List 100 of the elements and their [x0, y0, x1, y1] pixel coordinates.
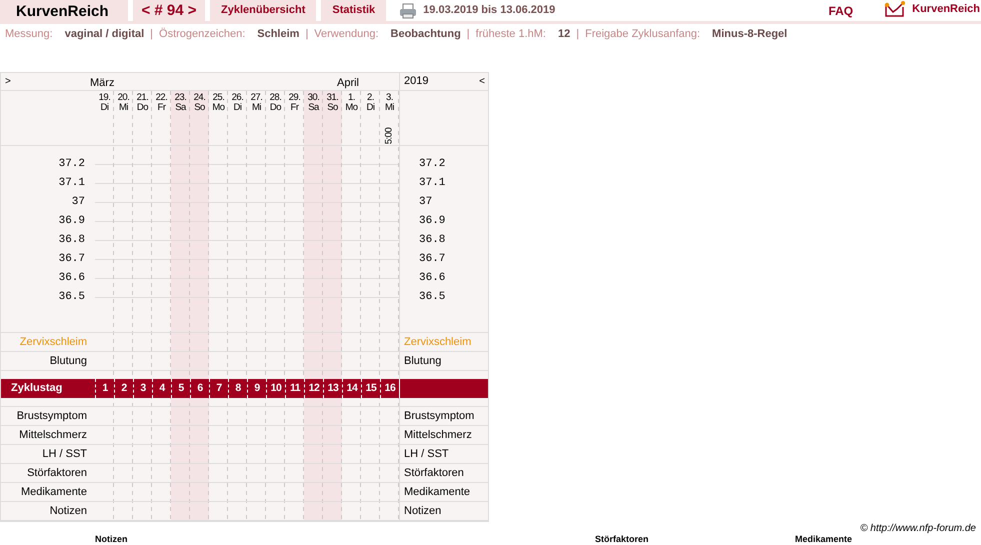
- day-date: 31.: [326, 93, 338, 103]
- day-date: 25.: [212, 93, 224, 103]
- info-value: Minus-8-Regel: [712, 27, 788, 42]
- temperature-label: 37.2: [399, 155, 490, 174]
- separator: |: [305, 27, 308, 42]
- cycle-day-number: 6: [190, 379, 209, 398]
- info-label: Verwendung:: [314, 27, 379, 42]
- temperature-label: 37.1: [399, 174, 490, 193]
- copyright-text: © http://www.nfp-forum.de: [860, 523, 976, 534]
- info-label: Östrogenzeichen:: [159, 26, 246, 42]
- day-date: 30.: [308, 93, 320, 103]
- cycle-day-number: 1: [95, 379, 114, 398]
- cycle-day-number: 7: [209, 379, 228, 398]
- row-label: LH / SST: [41, 447, 88, 462]
- temperature-label: 36.6: [58, 271, 86, 286]
- info-value: 12: [558, 27, 570, 42]
- day-weekday: Di: [234, 103, 242, 113]
- date-range: 19.03.2019 bis 13.06.2019: [423, 3, 556, 18]
- day-weekday: So: [327, 103, 338, 113]
- cycle-day-number: 4: [152, 379, 171, 398]
- row-label: Medikamente: [399, 483, 490, 501]
- cycle-day-number: 14: [342, 379, 361, 398]
- day-weekday: Sa: [175, 103, 186, 113]
- day-weekday: Mo: [212, 103, 225, 113]
- time-label: 5:00: [384, 126, 394, 146]
- day-weekday: Mi: [252, 103, 262, 113]
- temperature-label: 36.6: [399, 269, 490, 288]
- info-value: Schleim: [257, 27, 300, 42]
- cycle-day-number: 11: [285, 379, 304, 398]
- row-label: Blutung: [48, 354, 88, 369]
- temperature-label: 36.8: [399, 231, 490, 250]
- chart-logo-icon: [884, 1, 906, 17]
- nav-tab[interactable]: Zyklenübersicht: [210, 0, 316, 21]
- printer-icon[interactable]: [399, 2, 418, 18]
- day-date: 26.: [232, 93, 244, 103]
- info-label: früheste 1.hM:: [476, 27, 546, 42]
- month-label: März: [90, 76, 114, 91]
- cycle-navigation[interactable]: < # 94 >: [133, 0, 205, 21]
- column-heading: Medikamente: [795, 534, 854, 544]
- day-date: 1.: [348, 93, 355, 103]
- day-weekday: Do: [270, 103, 282, 113]
- cycle-day-number: 2: [114, 379, 133, 398]
- day-date: 24.: [194, 93, 206, 103]
- cycle-day-number: 9: [247, 379, 266, 398]
- row-label: Blutung: [399, 352, 490, 370]
- day-date: 23.: [174, 93, 186, 103]
- row-label: Mittelschmerz: [399, 426, 490, 444]
- nav-tab[interactable]: Statistik: [321, 0, 386, 21]
- cycle-day-number: 12: [304, 379, 323, 398]
- info-label: Messung:: [5, 27, 53, 42]
- cycle-day-number: 10: [266, 379, 285, 398]
- day-date: 28.: [270, 93, 282, 103]
- next-button[interactable]: >: [5, 76, 11, 86]
- row-label: Notizen: [48, 504, 88, 519]
- row-label: Zervixschleim: [18, 335, 88, 350]
- temperature-label: 37.2: [58, 157, 86, 172]
- day-weekday: Di: [366, 103, 374, 113]
- cycle-day-number: 3: [133, 379, 152, 398]
- day-weekday: Mo: [345, 103, 358, 113]
- day-date: 27.: [250, 93, 262, 103]
- day-weekday: Fr: [158, 103, 166, 113]
- row-label: Störfaktoren: [399, 464, 490, 482]
- row-label: Brustsymptom: [399, 407, 490, 425]
- brand-title[interactable]: KurvenReich: [0, 0, 128, 21]
- temperature-label: 37.1: [58, 176, 86, 191]
- temperature-label: 37: [399, 193, 490, 212]
- cycle-day-number: 5: [171, 379, 190, 398]
- cycle-day-label: Zyklustag: [10, 381, 64, 396]
- info-value: Beobachtung: [390, 27, 461, 42]
- day-weekday: Sa: [308, 103, 319, 113]
- day-weekday: So: [194, 103, 205, 113]
- faq-link[interactable]: FAQ: [828, 2, 854, 21]
- row-label: Störfaktoren: [26, 466, 88, 481]
- row-label: Mittelschmerz: [18, 428, 88, 443]
- cycle-day-number: 13: [323, 379, 342, 398]
- cycle-day-number: 16: [380, 379, 399, 398]
- temperature-label: 36.7: [58, 252, 86, 267]
- day-date: 19.: [98, 93, 110, 103]
- month-label: April: [337, 76, 360, 91]
- day-date: 20.: [118, 93, 130, 103]
- day-weekday: Di: [100, 103, 108, 113]
- separator: |: [576, 27, 580, 42]
- row-label: Brustsymptom: [16, 409, 88, 424]
- day-date: 21.: [136, 93, 148, 103]
- cycle-day-number: 8: [228, 379, 247, 398]
- day-date: 3.: [386, 93, 393, 103]
- temperature-label: 36.7: [399, 250, 490, 269]
- temperature-label: 36.5: [399, 288, 490, 307]
- info-value: vaginal / digital: [64, 27, 144, 42]
- temperature-label: 36.5: [58, 290, 86, 305]
- row-label: Medikamente: [20, 485, 88, 500]
- column-heading: Störfaktoren: [595, 534, 650, 544]
- row-label: LH / SST: [399, 445, 490, 463]
- previous-button[interactable]: <: [479, 76, 485, 86]
- temperature-label: 37: [70, 195, 86, 210]
- day-weekday: Do: [136, 103, 148, 113]
- temperature-label: 36.9: [58, 214, 86, 229]
- day-weekday: Mi: [384, 103, 394, 113]
- cycle-day-number: 15: [361, 379, 380, 398]
- logo-text: KurvenReich: [912, 2, 980, 17]
